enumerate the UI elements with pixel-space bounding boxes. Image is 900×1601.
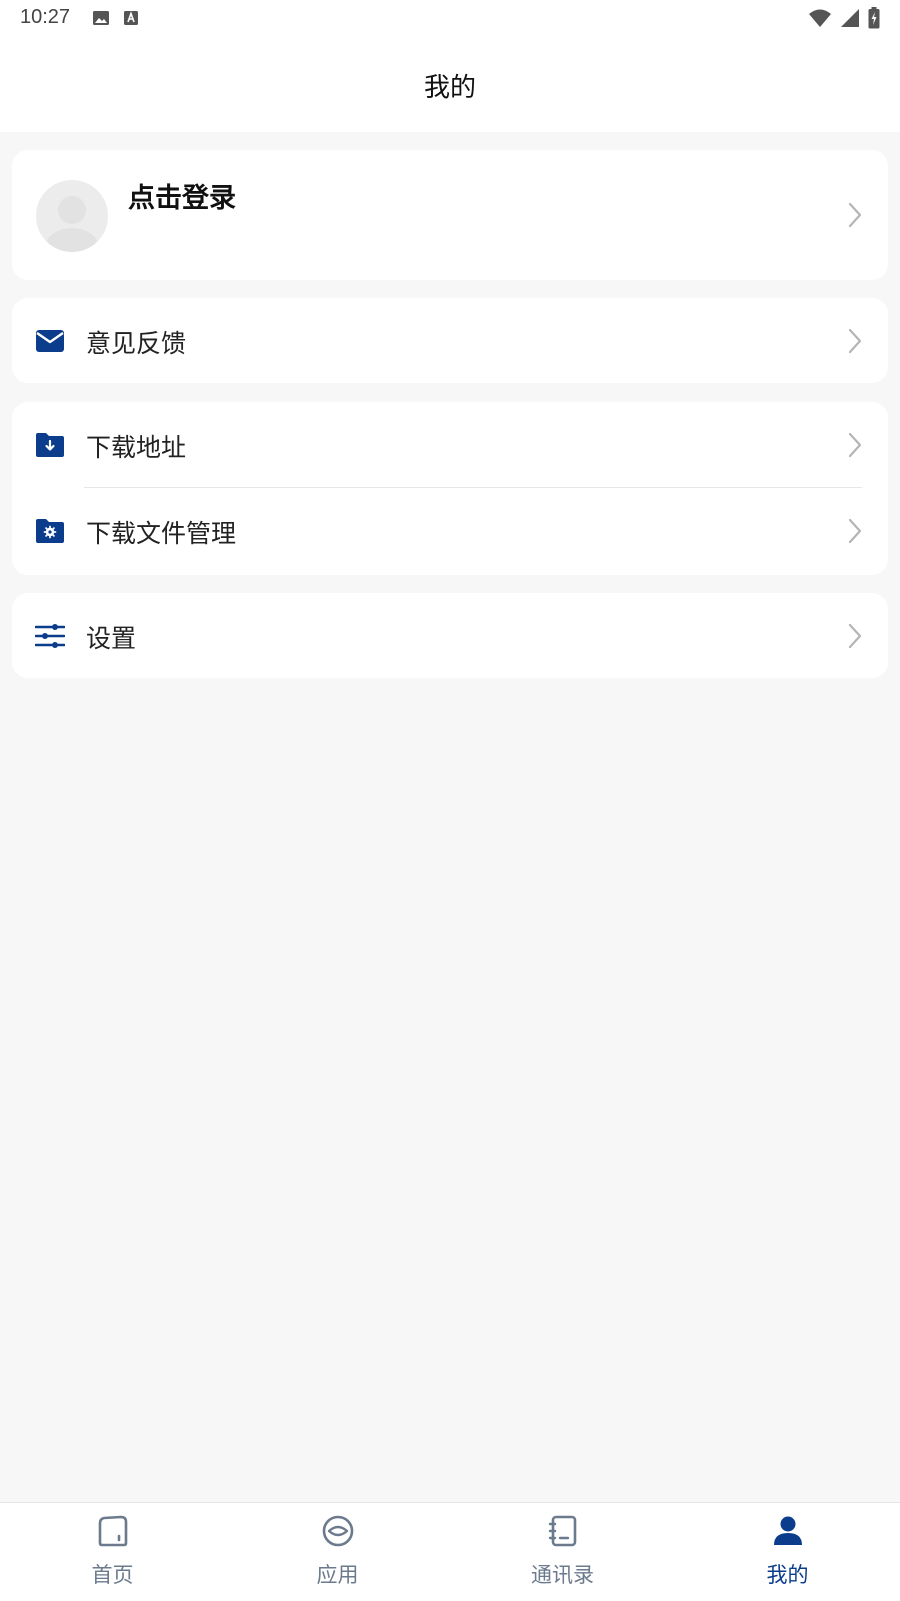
apps-icon	[322, 1515, 353, 1547]
chevron-right-icon	[848, 328, 862, 354]
page-header: 我的	[0, 38, 900, 132]
mail-icon	[36, 330, 64, 352]
tab-label: 应用	[316, 1563, 359, 1587]
download-card: 下载地址 下载文件管理	[12, 402, 888, 575]
menu-item-label: 意见反馈	[86, 329, 187, 358]
status-left-icons	[92, 9, 140, 27]
tab-contacts[interactable]: 通讯录	[450, 1503, 675, 1601]
tab-apps[interactable]: 应用	[225, 1503, 450, 1601]
battery-charging-icon	[868, 7, 880, 29]
tab-label: 我的	[766, 1563, 809, 1587]
status-time: 10:27	[20, 6, 71, 28]
settings-card: 设置	[12, 593, 888, 678]
folder-download-icon	[36, 433, 64, 457]
image-icon	[93, 11, 109, 25]
contacts-book-icon	[548, 1515, 576, 1547]
menu-item-download-address[interactable]: 下载地址	[12, 402, 888, 488]
bottom-tab-bar: 首页 应用 通讯录 我的	[0, 1502, 900, 1601]
wifi-icon	[809, 9, 831, 27]
chevron-right-icon	[848, 432, 862, 458]
folder-settings-icon	[36, 519, 64, 543]
cellular-signal-icon	[841, 9, 859, 27]
tab-home[interactable]: 首页	[0, 1503, 225, 1601]
menu-item-download-manage[interactable]: 下载文件管理	[12, 488, 888, 573]
user-icon	[773, 1516, 802, 1545]
tab-mine[interactable]: 我的	[675, 1503, 900, 1601]
menu-item-label: 下载文件管理	[86, 519, 237, 548]
home-icon	[98, 1515, 127, 1547]
login-label[interactable]: 点击登录	[128, 176, 236, 215]
feedback-card: 意见反馈	[12, 298, 888, 383]
menu-item-label: 下载地址	[86, 433, 187, 462]
menu-item-feedback[interactable]: 意见反馈	[12, 298, 888, 383]
tab-label: 首页	[91, 1563, 134, 1587]
status-right-icons	[808, 7, 880, 29]
menu-item-label: 设置	[86, 624, 137, 653]
avatar[interactable]	[36, 180, 108, 252]
tab-label: 通讯录	[531, 1563, 594, 1587]
avatar-placeholder-icon	[36, 180, 108, 252]
page-title: 我的	[423, 72, 476, 103]
chevron-right-icon	[848, 518, 862, 544]
status-bar: 10:27	[0, 0, 900, 38]
chevron-right-icon	[848, 202, 862, 228]
profile-card[interactable]: 点击登录	[12, 150, 888, 280]
chevron-right-icon	[848, 623, 862, 649]
keyboard-a-icon	[124, 11, 138, 25]
menu-item-settings[interactable]: 设置	[12, 593, 888, 678]
sliders-icon	[35, 624, 65, 648]
